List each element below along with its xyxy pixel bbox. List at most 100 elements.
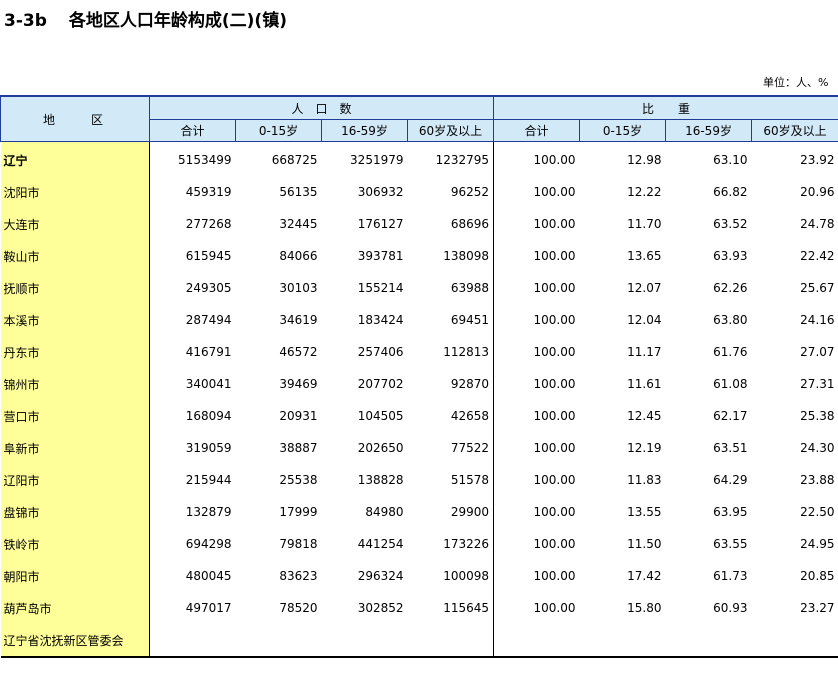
table-cell: 207702 bbox=[357, 377, 404, 391]
table-cell: 79818 bbox=[279, 537, 318, 551]
table-cell: 77522 bbox=[450, 441, 490, 455]
table-cell bbox=[407, 624, 494, 658]
table-cell: 83623 bbox=[279, 569, 318, 583]
table-row: 阜新市 319059 38887 202650 77522 100.00 12.19 63.5… bbox=[0, 432, 838, 464]
unit-label: 单位：人、% bbox=[763, 76, 829, 89]
table-row: 盘锦市 132879 17999 84980 29900 100.00 13.55 63.95… bbox=[0, 496, 838, 528]
table-cell: 302852 bbox=[357, 601, 404, 615]
table-cell: 12.45 bbox=[627, 409, 662, 423]
table-body: 辽宁 5153499 668725 3251979 1232795 100.00 12.98… bbox=[0, 141, 838, 658]
table-code: 3-3b bbox=[4, 11, 47, 31]
table-cell: 215944 bbox=[185, 473, 232, 487]
table-cell: 66.82 bbox=[713, 185, 748, 199]
table-row: 沈阳市 459319 56135 306932 96252 100.00 12.22 66.8… bbox=[0, 176, 838, 208]
region-name: 丹东市 bbox=[0, 336, 150, 368]
column-header: 0-15岁 bbox=[235, 119, 322, 142]
table-cell: 23.27 bbox=[800, 601, 835, 615]
table-cell: 296324 bbox=[357, 569, 404, 583]
table-cell: 12.19 bbox=[627, 441, 662, 455]
table-cell: 497017 bbox=[185, 601, 232, 615]
column-header: 60岁及以上 bbox=[406, 119, 495, 142]
table-cell: 92870 bbox=[450, 377, 490, 391]
table-cell: 63.10 bbox=[713, 153, 748, 167]
table-cell: 25538 bbox=[279, 473, 318, 487]
population-table: 地 区 人 口 数 比 重 合计 0-15岁 16-59岁 60岁及以上 合计 … bbox=[0, 95, 838, 658]
table-cell: 3251979 bbox=[350, 153, 404, 167]
table-cell: 84066 bbox=[279, 249, 318, 263]
region-name: 辽宁 bbox=[0, 141, 150, 176]
table-cell: 63.80 bbox=[713, 313, 748, 327]
page-title: 3-3b 各地区人口年龄构成(二)(镇) bbox=[4, 6, 287, 31]
table-row: 丹东市 416791 46572 257406 112813 100.00 11.17 61.… bbox=[0, 336, 838, 368]
table-cell: 319059 bbox=[185, 441, 232, 455]
column-header: 16-59岁 bbox=[321, 119, 408, 142]
table-cell: 63.52 bbox=[713, 217, 748, 231]
region-name: 葫芦岛市 bbox=[0, 592, 150, 624]
table-cell: 104505 bbox=[357, 409, 404, 423]
table-cell: 11.83 bbox=[627, 473, 662, 487]
table-cell: 25.38 bbox=[800, 409, 835, 423]
table-cell: 668725 bbox=[271, 153, 318, 167]
table-cell: 24.30 bbox=[800, 441, 835, 455]
region-name: 辽阳市 bbox=[0, 464, 150, 496]
table-cell: 12.98 bbox=[627, 153, 662, 167]
table-cell: 23.92 bbox=[800, 153, 835, 167]
table-row: 锦州市 340041 39469 207702 92870 100.00 11.61 61.0… bbox=[0, 368, 838, 400]
region-header: 地 区 bbox=[0, 95, 150, 142]
table-cell: 100.00 bbox=[493, 176, 580, 208]
region-name: 阜新市 bbox=[0, 432, 150, 464]
table-cell: 27.31 bbox=[800, 377, 835, 391]
table-cell: 441254 bbox=[357, 537, 404, 551]
table-cell bbox=[665, 624, 752, 658]
table-row: 朝阳市 480045 83623 296324 100098 100.00 17.42 61.… bbox=[0, 560, 838, 592]
table-cell: 100.00 bbox=[493, 528, 580, 560]
region-name: 抚顺市 bbox=[0, 272, 150, 304]
table-cell: 168094 bbox=[185, 409, 232, 423]
table-row: 营口市 168094 20931 104505 42658 100.00 12.45 62.1… bbox=[0, 400, 838, 432]
table-cell: 30103 bbox=[279, 281, 318, 295]
table-cell: 132879 bbox=[185, 505, 232, 519]
table-cell: 393781 bbox=[357, 249, 404, 263]
table-row: 铁岭市 694298 79818 441254 173226 100.00 11.50 63.… bbox=[0, 528, 838, 560]
group-header-population: 人 口 数 bbox=[148, 95, 495, 120]
table-cell: 12.04 bbox=[627, 313, 662, 327]
table-cell: 25.67 bbox=[800, 281, 835, 295]
region-name: 锦州市 bbox=[0, 368, 150, 400]
table-cell: 100098 bbox=[443, 569, 490, 583]
table-cell: 20.96 bbox=[800, 185, 835, 199]
table-cell: 39469 bbox=[279, 377, 318, 391]
table-cell: 12.07 bbox=[627, 281, 662, 295]
table-cell: 13.65 bbox=[627, 249, 662, 263]
table-cell: 56135 bbox=[279, 185, 318, 199]
table-cell: 23.88 bbox=[800, 473, 835, 487]
table-cell: 100.00 bbox=[493, 240, 580, 272]
table-row: 辽宁 5153499 668725 3251979 1232795 100.00 12.98… bbox=[0, 141, 838, 176]
region-name: 营口市 bbox=[0, 400, 150, 432]
region-name: 鞍山市 bbox=[0, 240, 150, 272]
region-name: 沈阳市 bbox=[0, 176, 150, 208]
table-cell: 155214 bbox=[357, 281, 404, 295]
table-cell: 61.76 bbox=[713, 345, 748, 359]
table-cell: 100.00 bbox=[493, 592, 580, 624]
table-cell: 11.70 bbox=[627, 217, 662, 231]
table-cell: 42658 bbox=[450, 409, 490, 423]
column-header: 合计 bbox=[149, 119, 236, 142]
table-cell: 202650 bbox=[357, 441, 404, 455]
column-header: 合计 bbox=[493, 119, 581, 142]
table-cell: 416791 bbox=[185, 345, 232, 359]
table-cell: 306932 bbox=[357, 185, 404, 199]
table-cell: 24.16 bbox=[800, 313, 835, 327]
table-cell bbox=[321, 624, 408, 658]
table-cell: 22.42 bbox=[800, 249, 835, 263]
table-cell: 11.61 bbox=[627, 377, 662, 391]
table-cell: 694298 bbox=[185, 537, 232, 551]
table-cell: 22.50 bbox=[800, 505, 835, 519]
table-cell: 63.51 bbox=[713, 441, 748, 455]
table-cell: 15.80 bbox=[627, 601, 662, 615]
region-name: 铁岭市 bbox=[0, 528, 150, 560]
table-cell bbox=[751, 624, 838, 658]
table-cell: 340041 bbox=[185, 377, 232, 391]
table-cell: 96252 bbox=[450, 185, 490, 199]
table-cell: 78520 bbox=[279, 601, 318, 615]
table-cell: 459319 bbox=[185, 185, 232, 199]
